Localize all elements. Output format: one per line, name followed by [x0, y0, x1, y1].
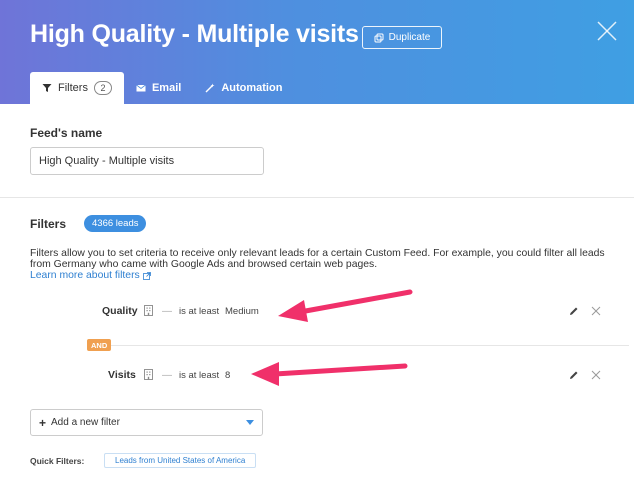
filter-value: Medium: [225, 305, 259, 317]
chevron-down-icon: [246, 420, 254, 425]
feed-tabs: Filters 2 Email Automation: [30, 72, 294, 104]
filters-description: Filters allow you to set criteria to rec…: [30, 248, 605, 270]
tab-automation-label: Automation: [221, 82, 283, 94]
close-icon[interactable]: [594, 18, 620, 44]
copy-icon: [374, 33, 384, 42]
leads-count-badge: 4366 leads: [84, 215, 147, 232]
filter-field-name: Visits: [108, 369, 136, 381]
filter-separator: —: [162, 369, 172, 381]
filter-condition: is at least: [179, 305, 220, 317]
and-divider: [87, 345, 629, 346]
building-icon: [144, 305, 153, 316]
tab-filters[interactable]: Filters 2: [30, 72, 124, 104]
filter-condition: is at least: [179, 369, 220, 381]
edit-icon[interactable]: [569, 370, 579, 380]
learn-more-label: Learn more about filters: [30, 270, 140, 281]
section-divider: [0, 197, 634, 198]
tab-email[interactable]: Email: [124, 72, 193, 104]
filter-value: 8: [225, 369, 231, 381]
plus-icon: +: [39, 415, 47, 430]
add-filter-dropdown[interactable]: + Add a new filter: [30, 409, 263, 436]
duplicate-button[interactable]: Duplicate: [362, 26, 442, 49]
filters-heading: Filters: [30, 217, 67, 231]
feed-name-input[interactable]: [30, 147, 264, 175]
feed-header: High Quality - Multiple visits Duplicate…: [0, 0, 634, 104]
tab-automation[interactable]: Automation: [193, 72, 294, 104]
feed-title: High Quality - Multiple visits: [30, 20, 359, 48]
tab-filters-label: Filters: [58, 82, 88, 94]
remove-filter-icon[interactable]: [591, 306, 601, 316]
filter-field-name: Quality: [102, 305, 138, 317]
filter-row-quality: Quality — is at least Medium: [0, 300, 634, 322]
and-badge: AND: [87, 339, 112, 351]
building-icon: [144, 369, 153, 380]
tab-email-label: Email: [151, 82, 182, 94]
add-filter-label: Add a new filter: [51, 417, 120, 428]
email-icon: [136, 84, 146, 92]
quick-filters-label: Quick Filters:: [30, 456, 85, 466]
remove-filter-icon[interactable]: [591, 370, 601, 380]
external-link-icon: [142, 271, 151, 280]
duplicate-button-label: Duplicate: [388, 32, 431, 43]
filter-row-visits: Visits — is at least 8: [0, 364, 634, 386]
quick-filter-chip[interactable]: Leads from United States of America: [104, 453, 257, 468]
feed-name-label: Feed's name: [30, 126, 103, 140]
filter-icon: [42, 84, 52, 92]
learn-more-link[interactable]: Learn more about filters: [30, 270, 151, 281]
magic-wand-icon: [205, 83, 215, 93]
edit-icon[interactable]: [569, 306, 579, 316]
filter-separator: —: [162, 305, 172, 317]
filters-count-badge: 2: [93, 81, 112, 95]
